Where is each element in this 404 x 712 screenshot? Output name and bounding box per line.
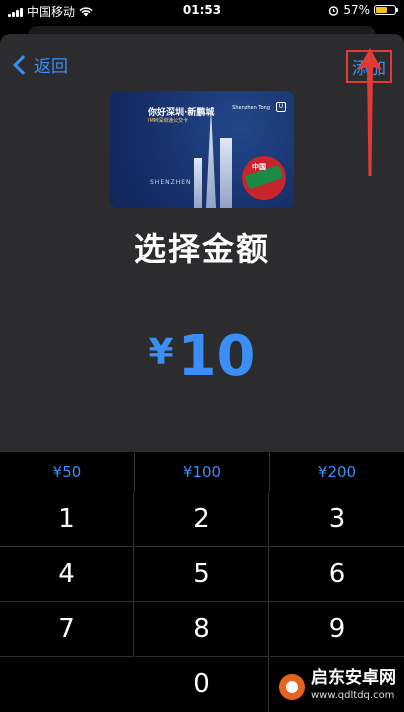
key-8[interactable]: 8 xyxy=(135,602,269,657)
annotation-arrow-icon xyxy=(358,48,382,176)
badge-text: 中国 xyxy=(252,163,266,171)
transit-card-image: 你好深圳·新鹏城 IMM深圳通公交卡 Shenzhen Tong U SHENZ… xyxy=(110,91,294,208)
key-7[interactable]: 7 xyxy=(0,602,134,657)
tower-shape xyxy=(194,158,202,208)
watermark-logo-icon xyxy=(279,674,305,700)
card-badge: 中国 xyxy=(242,156,286,200)
currency-symbol: ¥ xyxy=(148,332,174,373)
key-9[interactable]: 9 xyxy=(270,602,404,657)
page-title: 选择金额 xyxy=(133,230,270,268)
amount-value: 10 xyxy=(177,324,256,389)
key-4[interactable]: 4 xyxy=(0,547,134,602)
card-city-text: SHENZHEN xyxy=(150,179,192,186)
back-button[interactable]: 返回 xyxy=(12,52,68,77)
chevron-left-icon xyxy=(13,54,33,75)
watermark-name: 启东安卓网 xyxy=(311,668,396,688)
key-2[interactable]: 2 xyxy=(135,492,269,547)
keypad: ¥50 ¥100 ¥200 1 2 3 4 5 6 7 8 9 0 启东安卓网 … xyxy=(0,452,404,712)
key-3[interactable]: 3 xyxy=(270,492,404,547)
card-square-logo: U xyxy=(276,102,286,112)
battery-fill xyxy=(376,7,388,13)
watermark-url: www.qdltdq.com xyxy=(311,690,395,701)
preset-row: ¥50 ¥100 ¥200 xyxy=(0,452,404,492)
battery-percent: 57% xyxy=(343,3,370,17)
amount-sheet: 返回 添加 你好深圳·新鹏城 IMM深圳通公交卡 Shenzhen Tong U… xyxy=(0,34,404,452)
alarm-icon xyxy=(329,5,339,16)
card-subtitle: IMM深圳通公交卡 xyxy=(148,118,189,124)
key-0[interactable]: 0 xyxy=(135,657,269,712)
preset-200[interactable]: ¥200 xyxy=(270,452,404,492)
card-brand: Shenzhen Tong xyxy=(232,105,270,111)
key-1[interactable]: 1 xyxy=(0,492,134,547)
key-5[interactable]: 5 xyxy=(135,547,269,602)
tower-shape xyxy=(206,108,216,208)
preset-50[interactable]: ¥50 xyxy=(0,452,135,492)
preset-100[interactable]: ¥100 xyxy=(135,452,270,492)
watermark-text: 启东安卓网 www.qdltdq.com xyxy=(311,669,396,705)
status-right: 57% xyxy=(328,3,398,17)
tower-shape xyxy=(220,138,232,208)
status-bar: 中国移动 01:53 57% xyxy=(0,0,404,20)
key-6[interactable]: 6 xyxy=(270,547,404,602)
battery-icon xyxy=(374,5,398,15)
watermark: 启东安卓网 www.qdltdq.com xyxy=(279,669,396,705)
selected-amount: ¥10 xyxy=(0,324,404,389)
back-label: 返回 xyxy=(34,57,68,77)
